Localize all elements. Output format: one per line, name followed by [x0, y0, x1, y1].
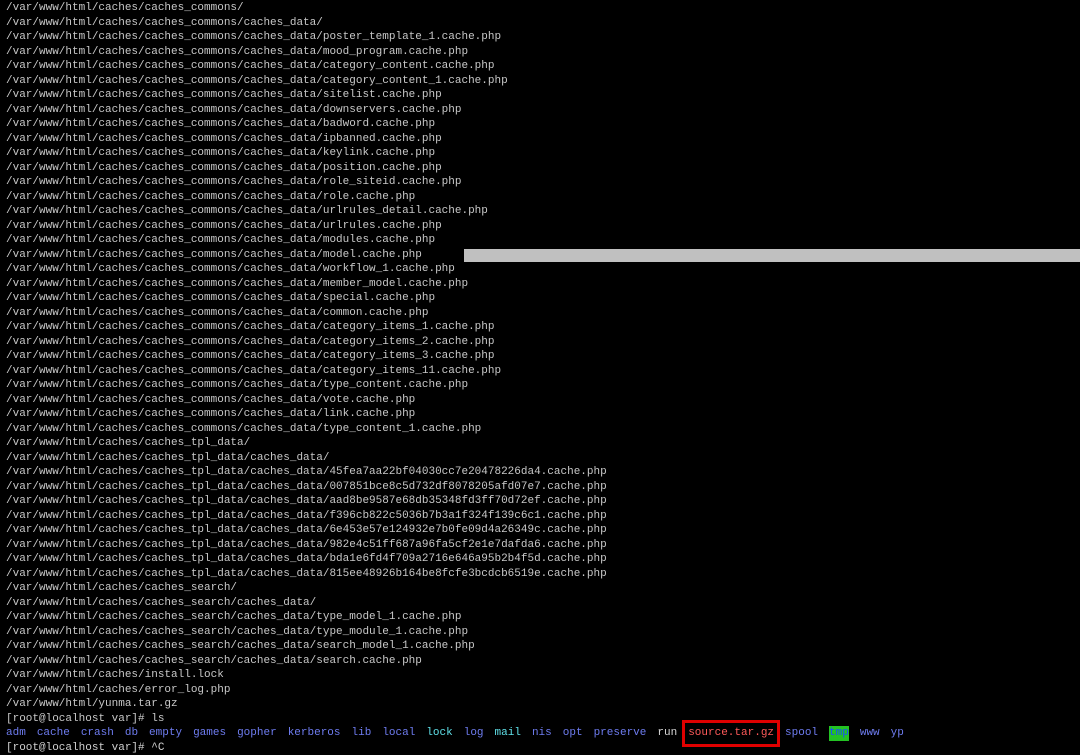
ls-entry-nis: nis — [531, 727, 552, 739]
output-line: /var/www/html/caches/caches_tpl_data/cac… — [6, 509, 607, 522]
output-line: /var/www/html/caches/caches_tpl_data/cac… — [6, 538, 607, 551]
ls-entry-www: www — [859, 727, 880, 739]
output-line: /var/www/html/caches/caches_tpl_data/cac… — [6, 553, 607, 565]
terminal-prompt[interactable]: [root@localhost var]# ^C — [0, 741, 1080, 755]
output-line: /var/www/html/caches/caches_commons/ — [6, 2, 244, 14]
output-line: /var/www/html/caches/caches_search/ — [6, 582, 238, 594]
output-line: /var/www/html/caches/caches_commons/cach… — [6, 16, 323, 29]
output-line: /var/www/html/caches/install.lock — [6, 669, 224, 681]
ls-entry-games: games — [193, 727, 227, 739]
output-line: [root@localhost var]# ls — [6, 712, 165, 725]
ls-entry-lib: lib — [351, 727, 372, 739]
output-line: /var/www/html/caches/caches_tpl_data/cac… — [6, 480, 607, 493]
ls-listing: adm cache crash db empty games gopher kerberos l… — [0, 720, 1080, 747]
output-line: /var/www/html/caches/caches_commons/cach… — [6, 161, 442, 174]
output-line: /var/www/html/caches/caches_tpl_data/cac… — [6, 466, 607, 478]
output-line: /var/www/html/caches/caches_tpl_data/cac… — [6, 567, 607, 580]
ls-entry-tmp: tmp — [829, 726, 849, 741]
output-line: /var/www/html/caches/caches_commons/cach… — [6, 408, 416, 420]
ls-entry-run: run — [657, 727, 678, 739]
ls-entry-log: log — [463, 727, 484, 739]
output-line: /var/www/html/caches/caches_commons/cach… — [6, 132, 442, 145]
terminal-output: /var/www/html/caches/caches_commons/ /var… — [0, 1, 1080, 726]
terminal-window[interactable]: /var/www/html/caches/caches_commons/ /var… — [0, 0, 1080, 755]
output-line: /var/www/html/caches/caches_commons/cach… — [6, 190, 416, 203]
ls-entry-cache: cache — [36, 727, 70, 739]
output-line: /var/www/html/caches/caches_commons/cach… — [6, 147, 436, 159]
ls-entry-preserve: preserve — [593, 727, 647, 739]
ls-entry-kerberos: kerberos — [287, 727, 341, 739]
output-line: /var/www/html/caches/caches_search/cache… — [6, 611, 462, 623]
output-line: /var/www/html/caches/caches_commons/cach… — [6, 321, 495, 333]
output-line: /var/www/html/caches/caches_commons/cach… — [6, 74, 508, 87]
output-line: /var/www/html/caches/caches_commons/cach… — [6, 205, 488, 217]
output-line: /var/www/html/caches/caches_search/cache… — [6, 625, 469, 638]
ls-entry-source-tar-gz: source.tar.gz — [682, 720, 781, 747]
output-line: /var/www/html/caches/caches_search/cache… — [6, 640, 475, 652]
output-line: /var/www/html/caches/caches_commons/cach… — [6, 350, 495, 362]
output-line: /var/www/html/caches/caches_commons/cach… — [6, 103, 462, 116]
output-line: /var/www/html/caches/caches_commons/cach… — [6, 118, 436, 130]
output-line: /var/www/html/caches/caches_search/cache… — [6, 596, 317, 609]
output-line: /var/www/html/caches/caches_commons/cach… — [6, 364, 502, 377]
ls-entry-spool: spool — [785, 727, 819, 739]
ls-entry-mail: mail — [494, 727, 521, 739]
ls-entry-db: db — [124, 727, 139, 739]
output-line: /var/www/html/caches/caches_commons/cach… — [6, 292, 436, 304]
ls-entry-yp: yp — [890, 727, 904, 739]
output-line: /var/www/html/caches/caches_commons/cach… — [6, 263, 455, 275]
output-line: /var/www/html/caches/caches_tpl_data/cac… — [6, 524, 607, 536]
output-line: /var/www/html/caches/caches_commons/cach… — [6, 335, 495, 348]
output-line: /var/www/html/caches/caches_tpl_data/ — [6, 437, 251, 449]
ls-entry-lock: lock — [426, 727, 453, 739]
output-line: /var/www/html/caches/error_log.php — [6, 683, 231, 696]
ls-entry-gopher: gopher — [237, 727, 277, 739]
ls-entry-local: local — [382, 727, 416, 739]
output-line: /var/www/html/caches/caches_commons/cach… — [6, 379, 469, 391]
output-line: /var/www/html/caches/caches_commons/cach… — [6, 277, 469, 290]
ls-entry-opt: opt — [562, 727, 583, 739]
output-line: /var/www/html/caches/caches_commons/cach… — [6, 89, 442, 101]
output-line: /var/www/html/caches/caches_commons/cach… — [6, 60, 495, 72]
output-line: /var/www/html/caches/caches_commons/cach… — [6, 176, 462, 188]
output-line: /var/www/html/caches/caches_commons/cach… — [6, 393, 416, 406]
output-line: /var/www/html/caches/caches_tpl_data/cac… — [6, 495, 607, 507]
output-line: /var/www/html/caches/caches_commons/cach… — [6, 45, 469, 58]
ls-entry-empty: empty — [149, 727, 183, 739]
output-line: /var/www/html/caches/caches_commons/cach… — [6, 219, 442, 232]
output-line: /var/www/html/yunma.tar.gz — [6, 698, 178, 710]
output-line: /var/www/html/caches/caches_search/cache… — [6, 654, 422, 667]
output-line: /var/www/html/caches/caches_tpl_data/cac… — [6, 451, 330, 464]
output-line: /var/www/html/caches/caches_commons/cach… — [6, 234, 436, 246]
output-line: /var/www/html/caches/caches_commons/cach… — [6, 422, 482, 435]
output-line: /var/www/html/caches/caches_commons/cach… — [6, 31, 502, 43]
output-line: /var/www/html/caches/caches_commons/cach… — [6, 306, 429, 319]
output-line: /var/www/html/caches/caches_commons/cach… — [0, 248, 1080, 263]
ls-entry-crash: crash — [80, 727, 114, 739]
ls-entry-adm: adm — [6, 727, 26, 739]
